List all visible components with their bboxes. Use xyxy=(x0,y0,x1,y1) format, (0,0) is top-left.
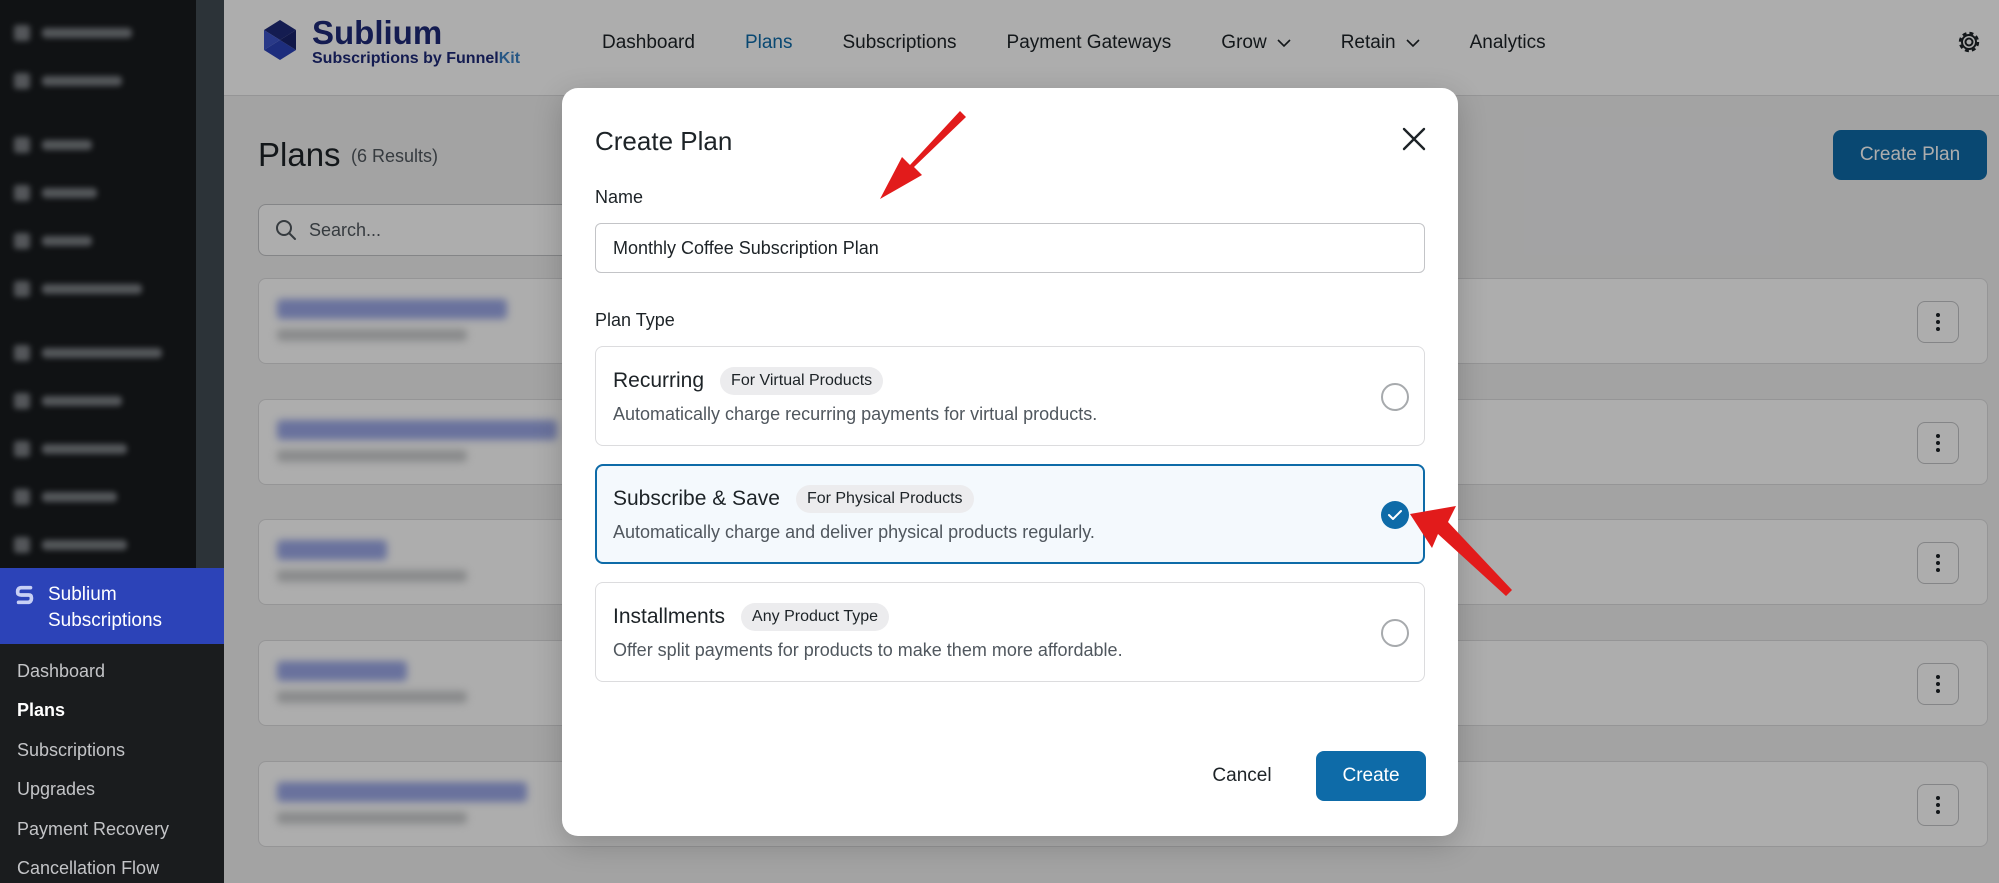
option-title: Installments xyxy=(613,605,726,628)
blurred-admin-menu xyxy=(0,0,224,568)
sidebar-item-label: Sublium xyxy=(48,584,117,605)
sidebar-item-sublium[interactable]: Sublium Subscriptions xyxy=(0,568,224,644)
annotation-arrow-icon xyxy=(1410,506,1512,596)
plan-type-label: Plan Type xyxy=(595,310,675,330)
option-description: Automatically charge and deliver physica… xyxy=(613,522,1095,542)
radio-checked[interactable] xyxy=(1381,501,1409,529)
submenu-payment-recovery[interactable]: Payment Recovery xyxy=(17,819,169,840)
submenu-subscriptions[interactable]: Subscriptions xyxy=(17,740,125,761)
close-icon[interactable] xyxy=(1400,125,1428,153)
option-description: Automatically charge recurring payments … xyxy=(613,404,1098,424)
wp-admin-sidebar: Sublium Subscriptions Dashboard Plans Su… xyxy=(0,0,224,883)
annotation-arrow-icon xyxy=(880,111,966,199)
option-title: Subscribe & Save xyxy=(613,487,780,510)
plan-name-input[interactable] xyxy=(595,223,1425,273)
option-badge: For Physical Products xyxy=(795,485,974,513)
sublium-logo-icon xyxy=(15,585,34,605)
checkmark-icon xyxy=(1388,510,1402,520)
radio-unchecked[interactable] xyxy=(1381,383,1409,411)
name-label: Name xyxy=(595,187,644,207)
create-button[interactable]: Create xyxy=(1316,751,1426,801)
radio-unchecked[interactable] xyxy=(1381,619,1409,647)
sidebar-item-label-line2: Subscriptions xyxy=(48,610,163,631)
option-badge: Any Product Type xyxy=(741,603,890,631)
option-title: Recurring xyxy=(613,369,705,392)
submenu-dashboard[interactable]: Dashboard xyxy=(17,661,105,682)
sidebar-submenu: Dashboard Plans Subscriptions Upgrades P… xyxy=(0,644,224,883)
cancel-button[interactable]: Cancel xyxy=(1202,751,1282,801)
create-plan-modal: Create Plan Name Plan Type Recurring For… xyxy=(562,88,1458,836)
submenu-upgrades[interactable]: Upgrades xyxy=(17,779,95,800)
submenu-plans[interactable]: Plans xyxy=(17,700,65,721)
option-description: Offer split payments for products to mak… xyxy=(613,640,1123,660)
plan-type-option-subscribe-save[interactable]: Subscribe & Save For Physical Products A… xyxy=(595,464,1425,564)
plan-type-option-installments[interactable]: Installments Any Product Type Offer spli… xyxy=(595,582,1425,682)
modal-title: Create Plan xyxy=(595,126,733,156)
submenu-cancellation-flow[interactable]: Cancellation Flow xyxy=(17,858,159,879)
option-badge: For Virtual Products xyxy=(720,367,884,395)
plan-type-option-recurring[interactable]: Recurring For Virtual Products Automatic… xyxy=(595,346,1425,446)
